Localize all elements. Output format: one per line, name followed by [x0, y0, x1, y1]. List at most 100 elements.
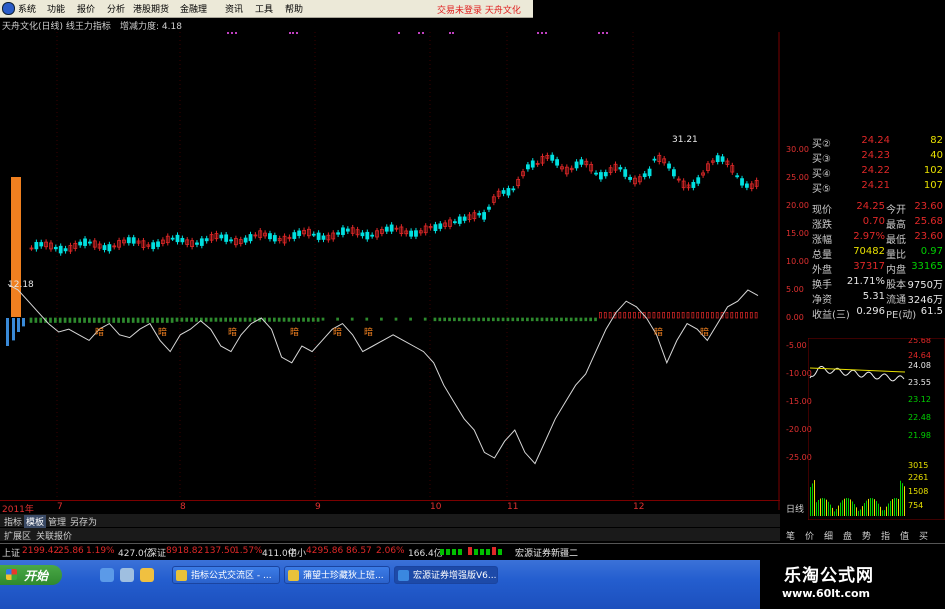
right-tab[interactable]: 值 — [898, 529, 911, 542]
indicator-bar — [676, 312, 680, 319]
indicator-bar — [608, 312, 612, 319]
tab-indicator[interactable]: 指标 — [2, 515, 24, 528]
price-tick-label: -5.00 — [786, 341, 807, 350]
app-logo-icon[interactable] — [2, 2, 15, 15]
indicator-bar — [29, 317, 33, 323]
menu-tools[interactable]: 工具 — [255, 2, 273, 15]
intraday-volume-bar — [886, 506, 887, 516]
menu-quote[interactable]: 报价 — [77, 2, 95, 15]
intraday-volume-bar — [882, 510, 883, 516]
index-ticker[interactable]: 上证 2199.42 25.86 1.19% 427.0亿 深证 8918.82… — [0, 543, 945, 559]
candle — [156, 241, 160, 247]
indicator-bar — [496, 317, 500, 322]
candle — [107, 244, 112, 252]
taskbar-window-hongyuan[interactable]: 宏源证券增强版V6... — [394, 566, 498, 584]
tab-save-as[interactable]: 另存为 — [68, 515, 99, 528]
bid-row[interactable]: 买⑤ 24.21 107 — [808, 180, 945, 195]
indicator-bar — [433, 317, 437, 322]
tab-related-quote[interactable]: 关联报价 — [34, 529, 74, 542]
indicator-bar — [224, 317, 228, 322]
right-tab[interactable]: 指 — [879, 529, 892, 542]
taskbar-window-collection[interactable]: 蒲望士珍藏狄上班... — [284, 566, 390, 584]
right-tab[interactable]: 细 — [822, 529, 835, 542]
bid-row[interactable]: 买③ 24.23 40 — [808, 150, 945, 165]
intraday-volume-bar — [840, 502, 841, 516]
candle — [438, 223, 443, 229]
taskbar-window-forum[interactable]: 指标公式交流区 - ... — [172, 566, 280, 584]
price-tick-label: 25.00 — [786, 173, 809, 182]
intraday-volume-bar — [854, 504, 855, 516]
signal-marker — [418, 32, 420, 34]
indicator-bar — [287, 317, 291, 322]
candle — [78, 241, 83, 246]
menu-system[interactable]: 系统 — [18, 2, 36, 15]
candle — [672, 169, 676, 177]
intraday-tick-label: 754 — [908, 501, 923, 510]
intraday-tick-label: 22.48 — [908, 413, 931, 422]
folder-icon[interactable] — [140, 568, 154, 582]
login-status[interactable]: 交易未登录 天舟文化 — [437, 3, 521, 16]
indicator-bar — [472, 317, 476, 322]
low-annotation: 12.18 — [8, 280, 34, 290]
signal-label: 暗 — [700, 326, 709, 338]
indicator-bar — [725, 312, 729, 319]
candle — [219, 234, 224, 239]
stat-value: 21.71% — [846, 276, 885, 287]
menu-function[interactable]: 功能 — [47, 2, 65, 15]
sh-value: 2199.42 — [22, 546, 60, 556]
price-tick-label: 5.00 — [786, 285, 804, 294]
menu-news[interactable]: 资讯 — [225, 2, 243, 15]
tab-manage[interactable]: 管理 — [46, 515, 68, 528]
candle — [501, 190, 506, 194]
right-tab[interactable]: 盘 — [841, 529, 854, 542]
desktop-icon[interactable] — [120, 568, 134, 582]
indicator-bar — [637, 312, 641, 319]
signal-marker — [398, 32, 400, 34]
intraday-volume-bar — [896, 498, 897, 516]
intraday-volume-bar — [818, 499, 819, 516]
candle — [433, 224, 438, 232]
right-tabs: 笔价细盘势指值买 — [780, 528, 945, 542]
kline-chart[interactable]: 31.21 12.18 暗 暗 暗 暗 暗 暗 暗 暗 — [0, 32, 780, 510]
indicator-bar — [681, 312, 685, 319]
indicator-bar — [83, 317, 86, 323]
menu-finance[interactable]: 金融理 — [180, 2, 207, 15]
intraday-volume-bar — [866, 500, 867, 516]
bid-row[interactable]: 买④ 24.22 102 — [808, 165, 945, 180]
menu-analysis[interactable]: 分析 — [107, 2, 125, 15]
bid-row[interactable]: 买② 24.24 82 — [808, 135, 945, 150]
intraday-chart[interactable]: 25.68 24.6424.08 23.55 23.12 22.48 21.98 3015 2… — [808, 338, 945, 520]
start-button[interactable]: 开始 — [0, 565, 62, 585]
right-tab[interactable]: 笔 — [784, 529, 797, 542]
indicator-bar — [594, 317, 597, 322]
indicator-bar — [740, 312, 743, 319]
menu-hk-futures[interactable]: 港股期货 — [133, 2, 169, 15]
indicator-bar — [49, 317, 52, 323]
candle — [511, 188, 516, 191]
ie-icon[interactable] — [100, 568, 114, 582]
menu-help[interactable]: 帮助 — [285, 2, 303, 15]
signal-marker — [296, 32, 298, 34]
indicator-bar — [170, 317, 174, 323]
intraday-volume-bar — [848, 498, 849, 516]
zx-change: 86.57 — [346, 546, 372, 556]
cycle-button[interactable]: 日线 — [784, 502, 806, 515]
right-tab[interactable]: 价 — [803, 529, 816, 542]
indicator-label: 增减力度: 4.18 — [120, 22, 182, 32]
tab-extension[interactable]: 扩展区 — [2, 529, 33, 542]
taskbar-window-label: 蒲望士珍藏狄上班... — [303, 571, 384, 581]
tab-template[interactable]: 模板 — [24, 515, 47, 528]
indicator-bar — [117, 317, 120, 323]
right-tab[interactable]: 势 — [860, 529, 873, 542]
indicator-bar — [545, 317, 549, 322]
indicator-bar — [302, 317, 305, 322]
candle — [292, 232, 297, 239]
indicator-bar — [34, 317, 38, 323]
indicator-bar — [277, 317, 281, 322]
right-tab[interactable]: 买 — [917, 529, 930, 542]
candle — [647, 168, 652, 177]
news-ticker[interactable]: 宏源证券新疆二 — [515, 546, 578, 559]
indicator-bar — [175, 317, 179, 322]
indicator-bar — [58, 317, 62, 323]
indicator-bar — [126, 317, 130, 323]
